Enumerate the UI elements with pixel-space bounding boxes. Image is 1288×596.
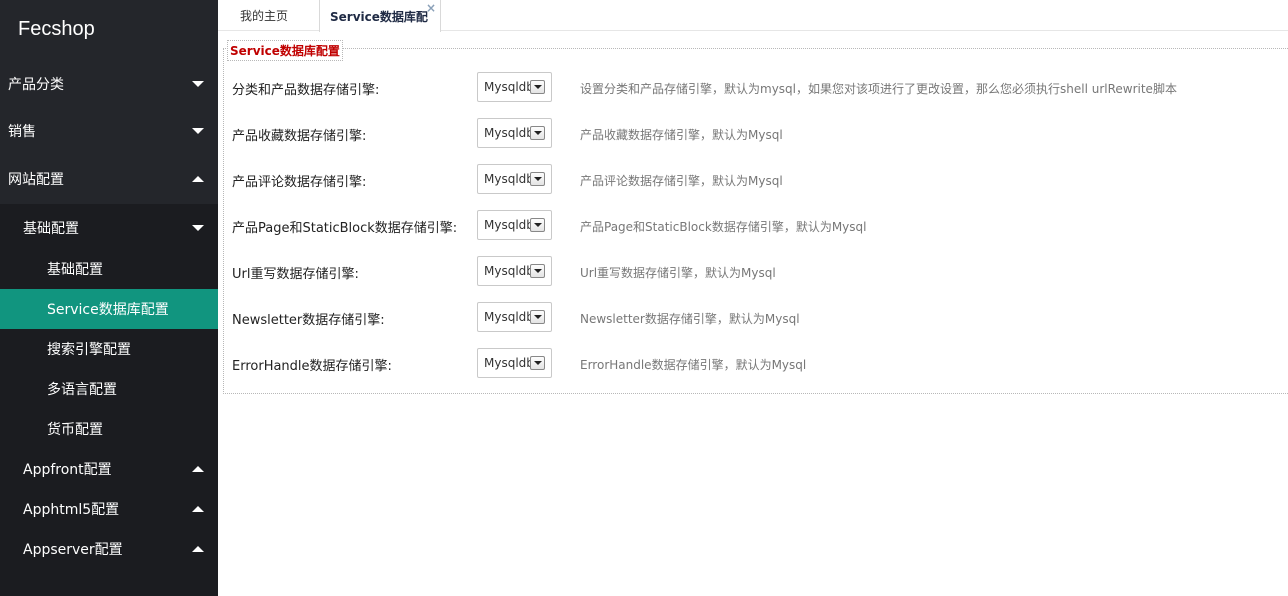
submenu-item-label: 搜索引擎配置 [47,342,131,358]
config-row: 产品收藏数据存储引擎: Mysqldb 产品收藏数据存储引擎，默认为Mysql [232,118,1282,148]
field-hint: Url重写数据存储引擎，默认为Mysql [580,266,776,280]
field-hint: Newsletter数据存储引擎，默认为Mysql [580,312,800,326]
tab-service-db-config[interactable]: Service数据库配 × [319,0,441,32]
submenu-group-label: 基础配置 [23,221,79,237]
engine-select[interactable]: Mysqldb [477,302,552,332]
submenu-item-currency-config[interactable]: 货币配置 [0,409,218,449]
engine-select[interactable]: Mysqldb [477,72,552,102]
field-hint: 产品收藏数据存储引擎，默认为Mysql [580,128,783,142]
config-row: ErrorHandle数据存储引擎: Mysqldb ErrorHandle数据… [232,348,1282,378]
dropdown-arrow-icon[interactable] [530,80,545,94]
select-value: Mysqldb [484,80,534,94]
menu-item-label: 网站配置 [8,172,64,188]
main-content: 我的主页 Service数据库配 × Service数据库配置 分类和产品数据存… [218,0,1288,596]
submenu-item-label: 货币配置 [47,422,103,438]
chevron-up-icon [192,546,204,552]
select-value: Mysqldb [484,126,534,140]
chevron-down-icon [192,225,204,231]
chevron-down-icon [192,81,204,87]
submenu-item-search-engine-config[interactable]: 搜索引擎配置 [0,329,218,369]
config-row: 产品评论数据存储引擎: Mysqldb 产品评论数据存储引擎，默认为Mysql [232,164,1282,194]
menu-item-label: 销售 [8,124,36,140]
dropdown-arrow-icon[interactable] [530,356,545,370]
engine-select[interactable]: Mysqldb [477,348,552,378]
submenu-item-basic-config[interactable]: 基础配置 [0,249,218,289]
tab-label: Service数据库配 [330,9,428,24]
config-row: 产品Page和StaticBlock数据存储引擎: Mysqldb 产品Page… [232,210,1282,240]
field-label: 产品Page和StaticBlock数据存储引擎: [232,221,458,236]
close-icon[interactable]: × [426,2,436,14]
sidebar: Fecshop 产品分类 销售 网站配置 基础配置 基础配置 Service数据… [0,0,218,596]
select-value: Mysqldb [484,218,534,232]
select-value: Mysqldb [484,356,534,370]
dropdown-arrow-icon[interactable] [530,126,545,140]
chevron-up-icon [192,506,204,512]
submenu-group-label: Appfront配置 [23,462,112,478]
config-row: 分类和产品数据存储引擎: Mysqldb 设置分类和产品存储引擎，默认为mysq… [232,72,1282,102]
submenu-group-label: Appserver配置 [23,542,123,558]
menu-item-site-config[interactable]: 网站配置 [0,159,218,199]
field-label: 产品收藏数据存储引擎: [232,129,367,144]
chevron-up-icon [192,466,204,472]
brand-logo: Fecshop [18,18,95,40]
dropdown-arrow-icon[interactable] [530,172,545,186]
field-hint: 产品Page和StaticBlock数据存储引擎，默认为Mysql [580,220,867,234]
config-row: Newsletter数据存储引擎: Mysqldb Newsletter数据存储… [232,302,1282,332]
tab-label: 我的主页 [240,9,289,23]
submenu-group-apphtml5-config[interactable]: Apphtml5配置 [0,489,218,529]
engine-select[interactable]: Mysqldb [477,118,552,148]
chevron-down-icon [192,128,204,134]
submenu-group-appfront-config[interactable]: Appfront配置 [0,449,218,489]
submenu-item-service-db-config[interactable]: Service数据库配置 [0,289,218,329]
menu-item-sales[interactable]: 销售 [0,111,218,151]
dropdown-arrow-icon[interactable] [530,264,545,278]
submenu-item-language-config[interactable]: 多语言配置 [0,369,218,409]
field-label: Newsletter数据存储引擎: [232,313,385,328]
submenu-item-label: 多语言配置 [47,382,117,398]
menu-item-product-category[interactable]: 产品分类 [0,64,218,104]
field-label: ErrorHandle数据存储引擎: [232,359,392,374]
engine-select[interactable]: Mysqldb [477,164,552,194]
fieldset-legend: Service数据库配置 [227,40,343,61]
select-value: Mysqldb [484,172,534,186]
field-label: 分类和产品数据存储引擎: [232,83,380,98]
dropdown-arrow-icon[interactable] [530,218,545,232]
field-hint: ErrorHandle数据存储引擎，默认为Mysql [580,358,807,372]
select-value: Mysqldb [484,264,534,278]
config-row: Url重写数据存储引擎: Mysqldb Url重写数据存储引擎，默认为Mysq… [232,256,1282,286]
field-label: Url重写数据存储引擎: [232,267,359,282]
submenu-group-basic-config[interactable]: 基础配置 [0,208,218,248]
dropdown-arrow-icon[interactable] [530,310,545,324]
engine-select[interactable]: Mysqldb [477,256,552,286]
submenu-item-label: 基础配置 [47,262,103,278]
tab-home[interactable]: 我的主页 [226,0,321,31]
menu-item-label: 产品分类 [8,77,64,93]
submenu-group-appserver-config[interactable]: Appserver配置 [0,529,218,569]
engine-select[interactable]: Mysqldb [477,210,552,240]
tab-bar: 我的主页 Service数据库配 × [218,0,1288,32]
field-label: 产品评论数据存储引擎: [232,175,367,190]
field-hint: 设置分类和产品存储引擎，默认为mysql，如果您对该项进行了更改设置，那么您必须… [580,82,1177,96]
submenu-group-label: Apphtml5配置 [23,502,120,518]
select-value: Mysqldb [484,310,534,324]
field-hint: 产品评论数据存储引擎，默认为Mysql [580,174,783,188]
submenu-item-label: Service数据库配置 [47,302,169,318]
chevron-up-icon [192,176,204,182]
